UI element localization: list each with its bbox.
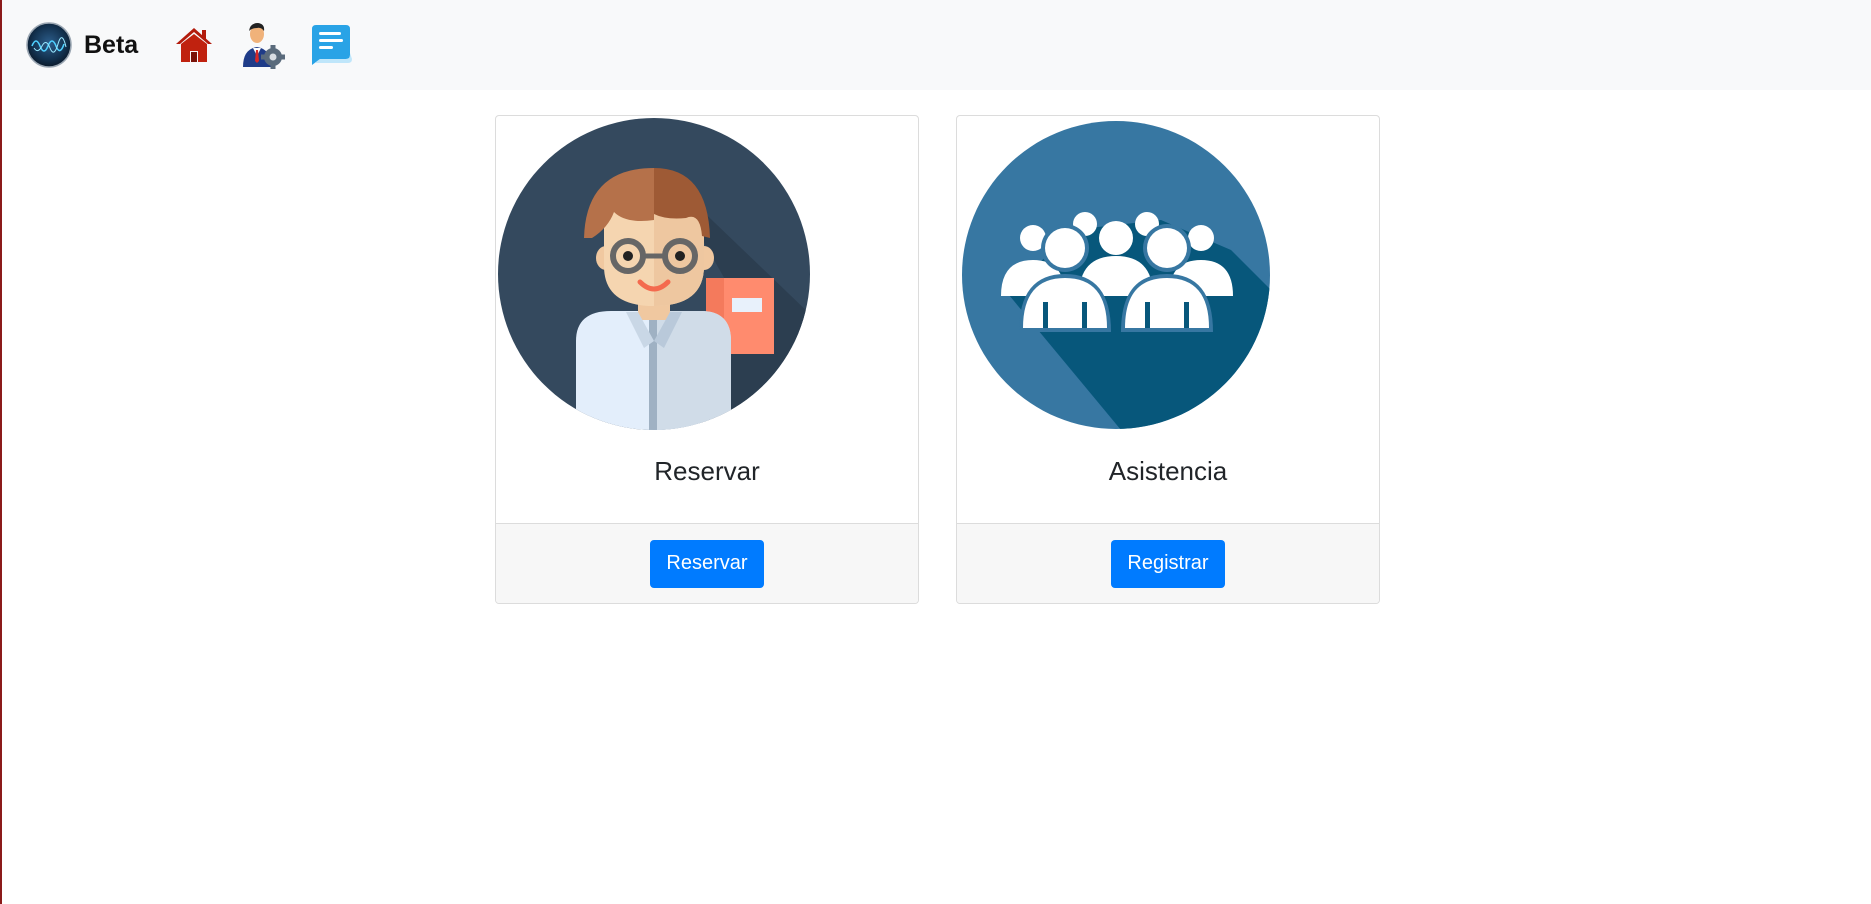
brand-name: Beta: [84, 30, 139, 59]
asistencia-card-footer: Registrar: [957, 523, 1379, 603]
navbar: Beta: [2, 0, 1871, 90]
home-icon[interactable]: [174, 25, 214, 65]
student-avatar-icon: [498, 118, 810, 430]
registrar-button[interactable]: Registrar: [1111, 539, 1225, 588]
reservar-button[interactable]: Reservar: [650, 539, 764, 588]
brand-link[interactable]: Beta: [26, 22, 138, 68]
asistencia-card-title: Asistencia: [1108, 456, 1228, 486]
page: Beta Reservar Reservar Asistencia Regist…: [0, 0, 1871, 904]
reservar-card-title: Reservar: [654, 456, 760, 486]
admin-settings-icon[interactable]: [240, 21, 286, 69]
reservar-card: Reservar Reservar: [495, 115, 919, 604]
asistencia-card: Asistencia Registrar: [956, 115, 1380, 604]
wave-logo-icon: [26, 22, 72, 68]
reservar-card-footer: Reservar: [496, 523, 918, 603]
chat-icon[interactable]: [308, 23, 353, 67]
group-people-icon: [962, 121, 1270, 429]
